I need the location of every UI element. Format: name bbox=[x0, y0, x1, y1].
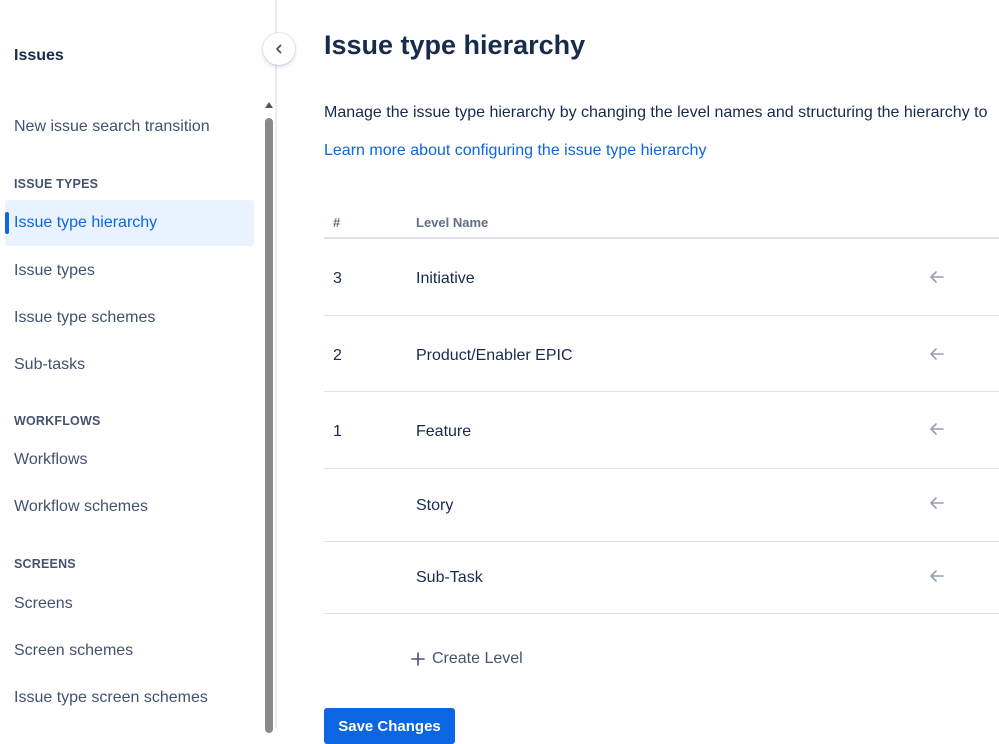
create-level-button[interactable]: Create Level bbox=[410, 650, 523, 668]
learn-more-link[interactable]: Learn more about configuring the issue t… bbox=[324, 142, 706, 160]
sidebar-title: Issues bbox=[14, 47, 64, 64]
sidebar-item-screen-schemes[interactable]: Screen schemes bbox=[5, 628, 254, 674]
table-row: 2 Product/Enabler EPIC bbox=[324, 316, 999, 392]
level-name: Product/Enabler EPIC bbox=[416, 347, 573, 364]
sidebar-scrollbar[interactable] bbox=[263, 100, 275, 733]
scrollbar-thumb[interactable] bbox=[265, 118, 273, 733]
chevron-left-icon bbox=[276, 44, 282, 54]
sidebar: Issues New issue search transition ISSUE… bbox=[0, 0, 277, 733]
level-name: Story bbox=[416, 497, 454, 514]
table-header: # Level Name bbox=[324, 208, 999, 239]
save-changes-button[interactable]: Save Changes bbox=[324, 708, 455, 744]
section-heading-workflows: WORKFLOWS bbox=[14, 414, 101, 428]
level-name: Initiative bbox=[416, 270, 475, 287]
level-number: 2 bbox=[333, 347, 342, 364]
arrow-left-icon[interactable] bbox=[927, 566, 947, 586]
section-heading-issue-types: ISSUE TYPES bbox=[14, 177, 99, 191]
table-row: Story bbox=[324, 469, 999, 542]
collapse-sidebar-button[interactable] bbox=[263, 33, 295, 65]
arrow-left-icon[interactable] bbox=[927, 419, 947, 439]
sidebar-item-issue-type-hierarchy[interactable]: Issue type hierarchy bbox=[5, 200, 254, 246]
table-row: Sub-Task bbox=[324, 542, 999, 614]
level-number: 3 bbox=[333, 270, 342, 287]
level-number: 1 bbox=[333, 423, 342, 440]
sidebar-item-new-issue-search-transition[interactable]: New issue search transition bbox=[5, 104, 254, 150]
main-content: Issue type hierarchy Manage the issue ty… bbox=[279, 0, 999, 744]
scroll-up-icon[interactable] bbox=[265, 102, 273, 108]
table-row: 3 Initiative bbox=[324, 240, 999, 316]
table-row: 1 Feature bbox=[324, 392, 999, 469]
section-heading-screens: SCREENS bbox=[14, 557, 76, 571]
arrow-left-icon[interactable] bbox=[927, 344, 947, 364]
page-description: Manage the issue type hierarchy by chang… bbox=[324, 104, 988, 121]
sidebar-item-screens[interactable]: Screens bbox=[5, 581, 254, 627]
sidebar-item-workflows[interactable]: Workflows bbox=[5, 437, 254, 483]
sidebar-item-workflow-schemes[interactable]: Workflow schemes bbox=[5, 484, 254, 530]
arrow-left-icon[interactable] bbox=[927, 267, 947, 287]
arrow-left-icon[interactable] bbox=[927, 493, 947, 513]
sidebar-item-issue-types[interactable]: Issue types bbox=[5, 248, 254, 294]
level-name: Sub-Task bbox=[416, 569, 483, 586]
sidebar-item-sub-tasks[interactable]: Sub-tasks bbox=[5, 342, 254, 388]
sidebar-item-issue-type-screen-schemes[interactable]: Issue type screen schemes bbox=[5, 675, 254, 721]
column-header-number: # bbox=[333, 215, 341, 230]
level-name: Feature bbox=[416, 423, 472, 440]
page-title: Issue type hierarchy bbox=[324, 30, 586, 60]
create-level-label: Create Level bbox=[432, 650, 523, 667]
sidebar-item-issue-type-schemes[interactable]: Issue type schemes bbox=[5, 295, 254, 341]
plus-icon bbox=[411, 652, 425, 666]
column-header-level-name: Level Name bbox=[416, 215, 489, 230]
